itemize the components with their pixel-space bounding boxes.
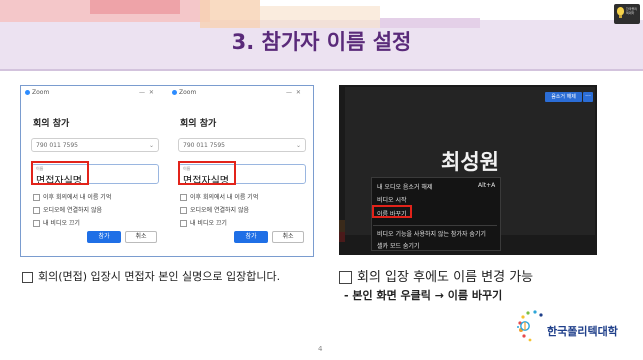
option-remember-name[interactable]: 이후 회의에서 내 이름 기억 <box>180 192 258 201</box>
caption-right-text: 회의 입장 후에도 이름 변경 가능 <box>357 270 534 285</box>
meeting-id-field[interactable]: 790 011 7595 ⌄ <box>31 138 159 152</box>
menu-item-start-video[interactable]: 비디오 시작 <box>377 195 407 204</box>
join-heading: 회의 참가 <box>33 119 70 129</box>
participant-name: 최성원 <box>441 150 499 174</box>
join-button[interactable]: 참가 <box>87 231 121 243</box>
chevron-down-icon[interactable]: ⌄ <box>149 142 154 149</box>
header-decoration <box>200 0 260 28</box>
zoom-titlebar: Zoom <box>25 89 49 96</box>
zoom-join-dialog-2: Zoom — ✕ 회의 참가 790 011 7595 ⌄ 이름 면접자실명 이… <box>168 86 314 256</box>
caption-left-text: 회의(면접) 입장시 면접자 본인 실명으로 입장합니다. <box>38 270 281 283</box>
header-decoration <box>90 0 180 14</box>
college-logo-small: 한국폴리텍대학 <box>614 4 640 24</box>
zoom-logo-icon <box>172 90 177 95</box>
option-video-off[interactable]: 내 비디오 끄기 <box>33 218 80 227</box>
meeting-id-value: 790 011 7595 <box>183 142 225 149</box>
video-edge-decoration <box>339 232 345 242</box>
option-no-audio[interactable]: 오디오에 연결하지 않음 <box>180 205 249 214</box>
menu-item-hide-non-video[interactable]: 비디오 기능을 사용하지 않는 참가자 숨기기 <box>377 229 486 238</box>
zoom-join-dialog-1: Zoom — ✕ 회의 참가 790 011 7595 ⌄ 이름 면접자실명 이… <box>21 86 167 256</box>
video-edge-decoration <box>339 220 345 232</box>
page-number: 4 <box>318 345 323 353</box>
caption-right: 회의 입장 후에도 이름 변경 가능 <box>339 266 533 285</box>
option-no-audio[interactable]: 오디오에 연결하지 않음 <box>33 205 102 214</box>
window-controls[interactable]: — ✕ <box>139 89 154 96</box>
option-remember-name[interactable]: 이후 회의에서 내 이름 기억 <box>33 192 111 201</box>
join-heading: 회의 참가 <box>180 119 217 129</box>
slide-title: 3. 참가자 이름 설정 <box>231 30 412 54</box>
unmute-button[interactable]: 음소거 해제 <box>545 92 582 102</box>
checkbox[interactable] <box>180 207 187 214</box>
checkbox[interactable] <box>33 194 40 201</box>
meeting-id-field[interactable]: 790 011 7595 ⌄ <box>178 138 306 152</box>
name-highlight-box <box>178 161 236 185</box>
checkbox[interactable] <box>180 194 187 201</box>
option-video-off[interactable]: 내 비디오 끄기 <box>180 218 227 227</box>
zoom-join-screenshot: Zoom — ✕ 회의 참가 790 011 7595 ⌄ 이름 면접자실명 이… <box>20 85 314 257</box>
zoom-logo-icon <box>25 90 30 95</box>
rename-highlight-box <box>372 205 412 218</box>
checkbox[interactable] <box>33 220 40 227</box>
caption-right-sub: - 본인 화면 우클릭 → 이름 바꾸기 <box>344 289 503 302</box>
cancel-button[interactable]: 취소 <box>125 231 157 243</box>
header-divider <box>0 69 643 71</box>
chevron-down-icon[interactable]: ⌄ <box>296 142 301 149</box>
zoom-titlebar: Zoom <box>172 89 196 96</box>
menu-item-unmute[interactable]: 내 오디오 음소거 해제 <box>377 182 432 191</box>
menu-divider <box>373 225 497 226</box>
meeting-id-value: 790 011 7595 <box>36 142 78 149</box>
bullet-box <box>22 271 33 283</box>
header-decoration <box>260 6 380 28</box>
college-logo: 한국폴리텍대학 <box>511 306 631 350</box>
name-highlight-box <box>31 161 89 185</box>
checkbox[interactable] <box>33 207 40 214</box>
window-controls[interactable]: — ✕ <box>286 89 301 96</box>
cancel-button[interactable]: 취소 <box>272 231 304 243</box>
more-options-button[interactable]: ··· <box>583 92 593 102</box>
checkbox[interactable] <box>180 220 187 227</box>
logo-small-text: 한국폴리텍대학 <box>626 7 638 15</box>
join-button[interactable]: 참가 <box>234 231 268 243</box>
bullet-box <box>339 271 352 284</box>
caption-left: 회의(면접) 입장시 면접자 본인 실명으로 입장합니다. <box>22 268 280 284</box>
menu-shortcut: Alt+A <box>478 182 496 189</box>
logo-emblem-icon <box>517 310 543 342</box>
menu-item-hide-self-view[interactable]: 셀카 모드 숨기기 <box>377 241 419 250</box>
brand-name: 한국폴리텍대학 <box>547 325 618 338</box>
lightbulb-base <box>619 15 622 18</box>
lightbulb-icon <box>617 7 624 15</box>
